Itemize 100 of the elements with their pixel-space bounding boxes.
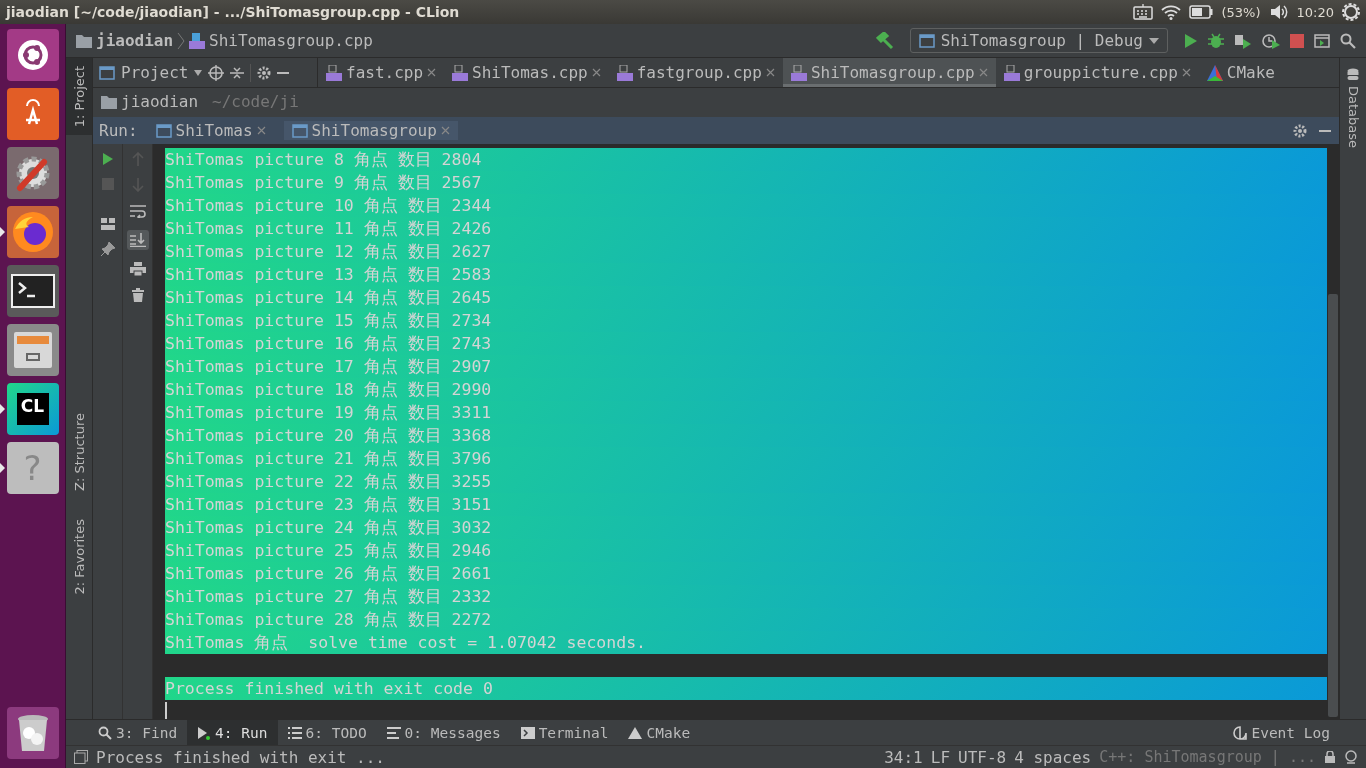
cpp-file-icon [452, 64, 469, 81]
print-icon[interactable] [129, 262, 146, 276]
editor-tab[interactable]: ShiTomas.cpp [444, 58, 609, 87]
editor-tab[interactable]: CMake [1198, 58, 1283, 87]
cpp-file-icon [326, 64, 342, 81]
triangle-icon [628, 726, 643, 739]
close-icon[interactable] [1181, 68, 1191, 77]
fox-globe-icon[interactable] [6, 206, 59, 258]
clion-app-icon[interactable]: CL [6, 383, 59, 435]
tool-window-button[interactable]: 3: Find [88, 720, 188, 745]
run-tab[interactable]: ShiTomasgroup [283, 121, 458, 140]
run-config-dropdown[interactable]: ShiTomasgroup | Debug [909, 28, 1168, 53]
cpp-file-icon [189, 32, 206, 49]
tree-item-path: ~/code/ji [212, 92, 299, 111]
tool-window-tab[interactable]: Z: Structure [66, 405, 92, 500]
line-separator[interactable]: LF [930, 747, 950, 767]
tool-window-tab[interactable]: Database [1340, 58, 1366, 149]
settings-icon[interactable] [1293, 123, 1307, 138]
power-icon[interactable] [1342, 3, 1360, 21]
close-icon[interactable] [427, 68, 437, 77]
shopping-bag-icon[interactable] [6, 88, 59, 140]
hammer-icon[interactable] [875, 31, 894, 50]
editor-tab[interactable]: fastgroup.cpp [608, 58, 783, 87]
scrollbar-thumb[interactable] [1328, 294, 1338, 717]
indent-setting[interactable]: 4 spaces [1014, 747, 1092, 767]
bug-icon[interactable] [1208, 32, 1224, 49]
cpp-file-icon [790, 64, 807, 81]
cpp-file-icon [1003, 64, 1020, 81]
close-icon[interactable] [765, 68, 775, 77]
window-layout-icon[interactable] [1314, 33, 1330, 48]
tool-window-button[interactable]: 4: Run [187, 720, 278, 745]
tree-item[interactable]: jiaodian [121, 92, 199, 111]
trash-icon[interactable] [6, 707, 59, 759]
list-icon [287, 726, 302, 739]
close-icon[interactable] [256, 126, 266, 135]
battery-percent: (53%) [1221, 4, 1261, 20]
editor-tab[interactable]: ShiTomasgroup.cpp [782, 58, 996, 87]
battery-icon[interactable] [1189, 5, 1214, 19]
gear-wrench-icon[interactable] [6, 147, 59, 199]
volume-icon[interactable] [1268, 4, 1289, 20]
project-view-dropdown[interactable]: Project [121, 63, 189, 82]
pin-icon[interactable] [100, 242, 115, 256]
tool-window-button[interactable]: Terminal [510, 720, 619, 745]
lock-icon[interactable] [1324, 751, 1336, 763]
cpp-file-icon [616, 64, 633, 81]
coverage-run-icon[interactable] [1234, 32, 1252, 49]
search-icon [98, 725, 112, 740]
triangle-logo-icon [1206, 64, 1223, 81]
status-message: Process finished with exit ... [96, 747, 385, 767]
soft-wrap-icon[interactable] [129, 204, 146, 218]
file-cabinet-icon[interactable] [6, 324, 59, 376]
caret-icon [1149, 37, 1159, 44]
tool-window-button[interactable]: 0: Messages [376, 720, 511, 745]
event-log-button[interactable]: Event Log [1223, 720, 1366, 745]
clock[interactable]: 10:20 [1296, 4, 1334, 20]
window-title: jiaodian [~/code/jiaodian] - .../ShiTomasgroup.cpp - CLion [6, 4, 460, 20]
panel-toggle-icon[interactable] [74, 750, 88, 764]
database-icon [1347, 68, 1359, 82]
editor-tab[interactable]: grouppicture.cpp [995, 58, 1199, 87]
text-cursor [165, 702, 167, 719]
tool-window-button[interactable]: 6: TODO [277, 720, 377, 745]
run-label: Run: [99, 121, 138, 140]
speech-bubble-icon [1233, 725, 1248, 740]
layout-icon[interactable] [100, 218, 115, 230]
tool-window-tab[interactable]: 2: Favorites [66, 511, 92, 603]
window-icon [918, 33, 935, 48]
profiler-icon[interactable] [1262, 32, 1280, 49]
stop-icon[interactable] [1290, 33, 1304, 48]
exit-message: Process finished with exit code 0 [165, 677, 1327, 700]
tool-window-button[interactable]: CMake [618, 720, 701, 745]
file-encoding[interactable]: UTF-8 [958, 747, 1007, 767]
breadcrumb[interactable]: ShiTomasgroup.cpp [209, 31, 373, 50]
keyboard-icon[interactable] [1133, 4, 1154, 20]
panel-icon [99, 65, 115, 80]
folder-icon [101, 94, 117, 109]
scroll-to-end-icon[interactable] [126, 230, 149, 250]
close-icon[interactable] [591, 68, 601, 77]
chevron-icon [177, 31, 186, 50]
play-icon [197, 725, 212, 740]
wifi-icon[interactable] [1161, 4, 1182, 20]
editor-tab[interactable]: fast.cpp [318, 58, 445, 87]
window-icon [291, 123, 308, 138]
run-icon[interactable] [1184, 32, 1198, 49]
circle-logo-icon[interactable] [6, 29, 59, 81]
caret-position[interactable]: 34:1 [884, 747, 923, 767]
terminal-icon [520, 726, 535, 739]
search-icon[interactable] [1340, 32, 1356, 49]
caret-icon[interactable] [194, 69, 203, 76]
settings-icon[interactable] [257, 65, 272, 80]
lines-icon [386, 726, 401, 739]
inspector-icon[interactable] [1344, 750, 1358, 764]
crosshair-icon[interactable] [208, 64, 225, 81]
tool-window-tab[interactable]: 1: Project [66, 58, 92, 136]
run-tab[interactable]: ShiTomas [147, 121, 274, 140]
run-icon[interactable] [101, 152, 114, 166]
folder-icon [76, 33, 92, 48]
trash-icon[interactable] [131, 288, 144, 302]
breadcrumb[interactable]: jiaodian [96, 31, 174, 50]
terminal-icon[interactable] [6, 265, 59, 317]
collapse-icon[interactable] [230, 65, 245, 80]
